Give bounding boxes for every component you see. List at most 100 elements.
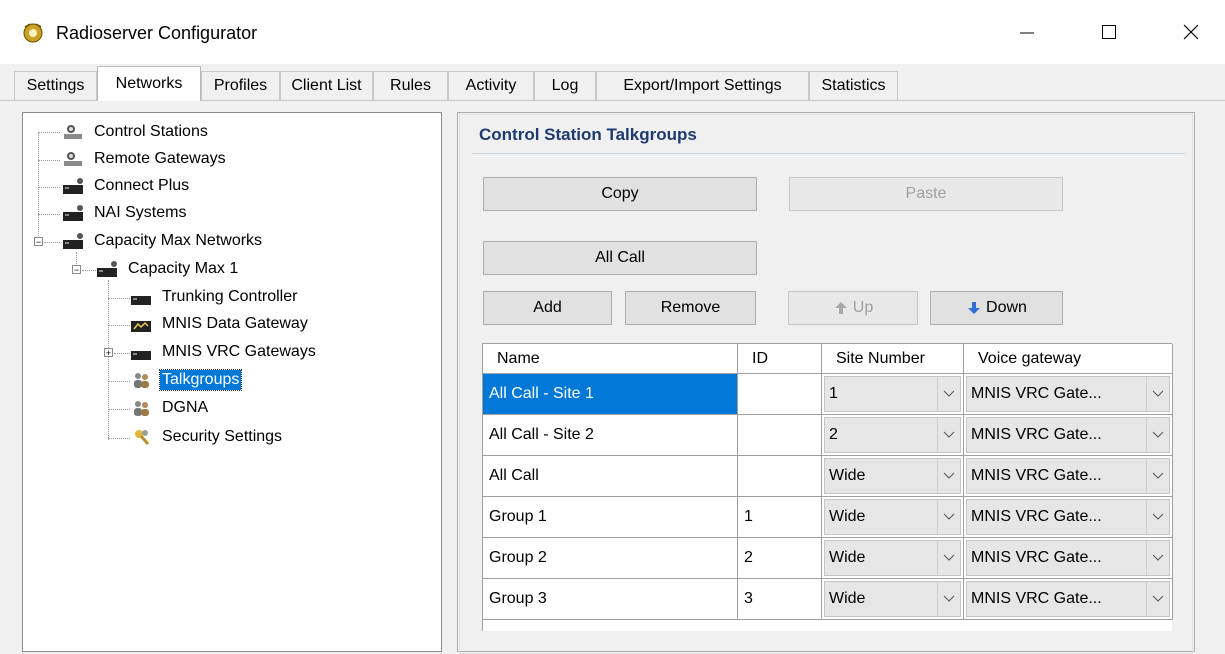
id-cell[interactable]: 3	[738, 579, 822, 620]
tab-profiles[interactable]: Profiles	[201, 71, 280, 100]
tree-item-label: DGNA	[162, 399, 209, 416]
dropdown-value: MNIS VRC Gate...	[971, 590, 1102, 607]
expand-toggle-mnis-vrc-gateways[interactable]: +	[104, 348, 113, 358]
tree-line	[108, 409, 130, 410]
tab-label: Statistics	[821, 77, 886, 94]
tab-export-import-settings[interactable]: Export/Import Settings	[596, 71, 809, 100]
maximize-button[interactable]	[1078, 8, 1140, 56]
button-label: Up	[852, 299, 874, 316]
column-header-id[interactable]: ID	[738, 344, 822, 374]
tree-item-remote-gateways[interactable]: Remote Gateways	[62, 148, 228, 170]
voice-gateway-dropdown[interactable]: MNIS VRC Gate...	[966, 581, 1170, 617]
id-cell[interactable]	[738, 456, 822, 497]
maximize-icon	[1102, 25, 1116, 39]
site-number-dropdown[interactable]: Wide	[824, 458, 961, 494]
up-button[interactable]: Up	[788, 291, 918, 325]
tree-item-connect-plus[interactable]: Connect Plus	[62, 175, 191, 197]
site-number-dropdown[interactable]: Wide	[824, 581, 961, 617]
section-title: Control Station Talkgroups	[479, 125, 697, 144]
name-cell[interactable]: Group 3	[483, 579, 738, 620]
chevron-down-icon	[937, 541, 960, 575]
tab-networks[interactable]: Networks	[97, 66, 201, 101]
paste-button[interactable]: Paste	[789, 177, 1063, 211]
voice-gateway-dropdown[interactable]: MNIS VRC Gate...	[966, 499, 1170, 535]
name-cell[interactable]: Group 1	[483, 497, 738, 538]
dropdown-value: Wide	[829, 508, 866, 525]
site-number-dropdown[interactable]: Wide	[824, 540, 961, 576]
site-number-cell: 1	[822, 374, 964, 415]
down-button[interactable]: Down	[930, 291, 1063, 325]
voice-gateway-dropdown[interactable]: MNIS VRC Gate...	[966, 376, 1170, 412]
site-number-dropdown[interactable]: 2	[824, 417, 961, 453]
tree-item-capacity-max-1[interactable]: Capacity Max 1	[96, 258, 240, 280]
tree-item-mnis-vrc-gateways[interactable]: MNIS VRC Gateways	[130, 341, 318, 363]
column-header-site-number[interactable]: Site Number	[822, 344, 964, 374]
button-label: Copy	[601, 185, 639, 202]
all-call-button[interactable]: All Call	[483, 241, 757, 275]
tab-label: Activity	[465, 77, 517, 94]
minimize-button[interactable]	[996, 8, 1058, 56]
name-cell[interactable]: All Call - Site 1	[483, 374, 738, 415]
site-number-dropdown[interactable]: Wide	[824, 499, 961, 535]
close-button[interactable]	[1160, 8, 1222, 56]
table-row[interactable]: All Call - Site 1 1 MNIS VRC Gate...	[483, 374, 1173, 415]
table-row[interactable]: All Call - Site 2 2 MNIS VRC Gate...	[483, 415, 1173, 456]
id-cell[interactable]: 1	[738, 497, 822, 538]
voice-gateway-dropdown[interactable]: MNIS VRC Gate...	[966, 458, 1170, 494]
app-icon	[23, 23, 43, 43]
column-header-voice-gateway[interactable]: Voice gateway	[964, 344, 1173, 374]
chevron-down-icon	[1146, 582, 1169, 616]
dropdown-value: Wide	[829, 549, 866, 566]
table-row[interactable]: Group 3 3 Wide MNIS VRC Gate...	[483, 579, 1173, 620]
name-cell[interactable]: Group 2	[483, 538, 738, 579]
voice-gateway-dropdown[interactable]: MNIS VRC Gate...	[966, 417, 1170, 453]
voice-gateway-cell: MNIS VRC Gate...	[964, 456, 1173, 497]
tree-item-security-settings[interactable]: Security Settings	[130, 426, 284, 448]
tab-settings[interactable]: Settings	[14, 71, 97, 100]
name-cell[interactable]: All Call - Site 2	[483, 415, 738, 456]
copy-button[interactable]: Copy	[483, 177, 757, 211]
table-row[interactable]: Group 2 2 Wide MNIS VRC Gate...	[483, 538, 1173, 579]
tree-item-label: Trunking Controller	[162, 288, 298, 305]
name-cell[interactable]: All Call	[483, 456, 738, 497]
column-header-name[interactable]: Name	[483, 344, 738, 374]
server-icon	[63, 178, 83, 194]
arrow-down-icon	[968, 302, 981, 314]
tree-item-nai-systems[interactable]: NAI Systems	[62, 202, 188, 224]
tab-log[interactable]: Log	[534, 71, 596, 100]
tree-line	[38, 214, 60, 215]
tab-statistics[interactable]: Statistics	[809, 71, 898, 100]
button-label: Down	[986, 299, 1027, 316]
tab-activity[interactable]: Activity	[448, 71, 534, 100]
tree-item-control-stations[interactable]: Control Stations	[62, 121, 210, 143]
tree-item-capacity-max-networks[interactable]: Capacity Max Networks	[62, 230, 264, 252]
tree-item-label: MNIS VRC Gateways	[162, 343, 316, 360]
tab-rules[interactable]: Rules	[373, 71, 448, 100]
table-row[interactable]: Group 1 1 Wide MNIS VRC Gate...	[483, 497, 1173, 538]
tree-item-mnis-data-gateway[interactable]: MNIS Data Gateway	[130, 313, 310, 335]
table-row[interactable]: All Call Wide MNIS VRC Gate...	[483, 456, 1173, 497]
collapse-toggle-capacity-max-networks[interactable]: −	[34, 237, 43, 247]
remove-button[interactable]: Remove	[625, 291, 756, 325]
id-cell[interactable]: 2	[738, 538, 822, 579]
tree-item-trunking-controller[interactable]: Trunking Controller	[130, 286, 299, 308]
server-icon	[131, 296, 151, 305]
tab-client-list[interactable]: Client List	[280, 71, 373, 100]
button-label: Add	[533, 299, 562, 316]
voice-gateway-dropdown[interactable]: MNIS VRC Gate...	[966, 540, 1170, 576]
minimize-icon	[1020, 32, 1034, 34]
add-button[interactable]: Add	[483, 291, 612, 325]
server-icon	[63, 205, 83, 221]
tree-item-talkgroups[interactable]: Talkgroups	[130, 369, 243, 391]
id-cell[interactable]	[738, 374, 822, 415]
dropdown-value: Wide	[829, 467, 866, 484]
tab-label: Log	[551, 77, 579, 94]
talkgroups-table[interactable]: Name ID Site Number Voice gateway All Ca…	[482, 343, 1173, 631]
tab-label: Export/Import Settings	[623, 77, 782, 94]
id-cell[interactable]	[738, 415, 822, 456]
tree-item-dgna[interactable]: DGNA	[130, 397, 210, 419]
tab-label: Settings	[26, 77, 85, 94]
site-number-cell: 2	[822, 415, 964, 456]
collapse-toggle-capacity-max-1[interactable]: −	[72, 265, 81, 275]
site-number-dropdown[interactable]: 1	[824, 376, 961, 412]
